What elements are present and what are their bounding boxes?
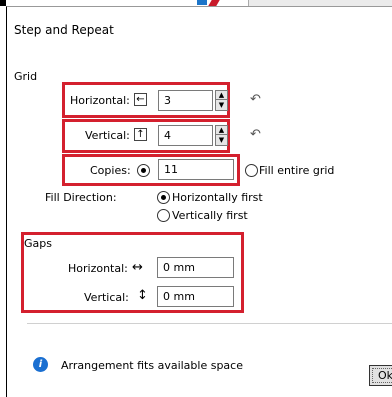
fill-vertically-first-label: Vertically first — [172, 209, 248, 222]
grid-horizontal-stepper[interactable]: ▲ ▼ — [215, 90, 228, 111]
fill-horizontally-first-label: Horizontally first — [172, 191, 263, 204]
grid-horizontal-input[interactable]: 3 — [158, 90, 213, 111]
stepper-down-icon[interactable]: ▼ — [216, 136, 227, 145]
copies-label: Copies: — [90, 164, 131, 177]
reset-horizontal-icon[interactable]: ↶ — [250, 92, 261, 107]
fill-direction-label: Fill Direction: — [45, 191, 117, 204]
stepper-up-icon[interactable]: ▲ — [216, 126, 227, 135]
stepper-up-icon[interactable]: ▲ — [216, 91, 227, 100]
fill-vertically-first-radio[interactable] — [157, 209, 170, 222]
fill-entire-grid-label: Fill entire grid — [259, 164, 335, 177]
gaps-vertical-label: Vertical: — [84, 291, 129, 304]
info-icon: i — [33, 357, 48, 372]
arrow-up-icon: ↑ — [134, 128, 147, 141]
arrow-left-icon: ← — [134, 93, 147, 106]
horizontal-double-arrow-icon: ↔ — [132, 260, 143, 275]
fill-horizontally-first-radio[interactable] — [157, 191, 170, 204]
grid-vertical-stepper[interactable]: ▲ ▼ — [215, 125, 228, 146]
grid-section-label: Grid — [14, 70, 38, 83]
copies-input[interactable]: 11 — [158, 159, 234, 180]
grid-vertical-label: Vertical: — [85, 129, 130, 142]
gaps-section-label: Gaps — [24, 237, 52, 250]
fill-entire-grid-radio[interactable] — [245, 164, 258, 177]
grid-horizontal-label: Horizontal: — [70, 94, 130, 107]
gaps-horizontal-label: Horizontal: — [68, 262, 128, 275]
gaps-vertical-input[interactable]: 0 mm — [157, 286, 234, 307]
stepper-down-icon[interactable]: ▼ — [216, 101, 227, 110]
step-and-repeat-dialog: Step and Repeat Grid Horizontal: ← 3 ▲ ▼… — [6, 6, 392, 397]
status-text: Arrangement fits available space — [61, 359, 243, 372]
gaps-horizontal-input[interactable]: 0 mm — [157, 257, 234, 278]
reset-vertical-icon[interactable]: ↶ — [250, 127, 261, 142]
app-toolbar-icon — [197, 0, 207, 5]
copies-radio[interactable] — [137, 164, 150, 177]
ok-button[interactable]: Ok — [369, 365, 392, 386]
footer-separator — [27, 323, 392, 324]
vertical-double-arrow-icon: ↕ — [137, 288, 148, 303]
dialog-title: Step and Repeat — [14, 23, 114, 37]
grid-vertical-input[interactable]: 4 — [158, 125, 213, 146]
